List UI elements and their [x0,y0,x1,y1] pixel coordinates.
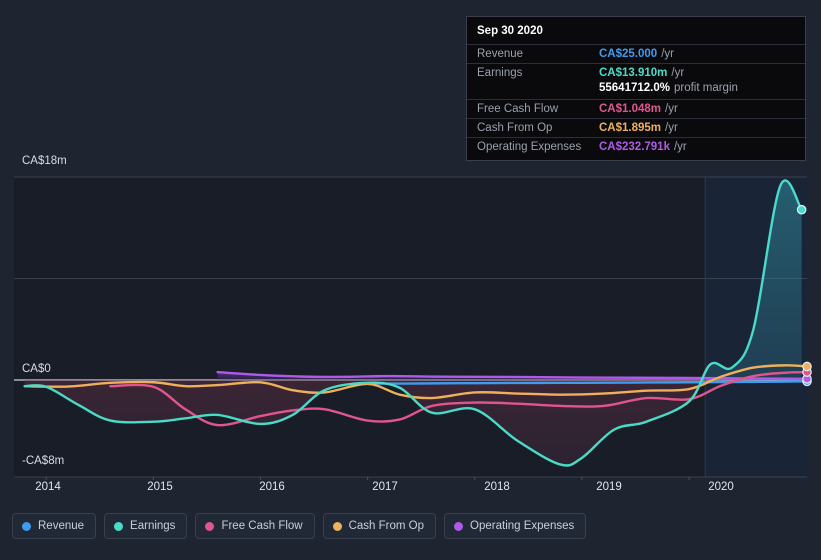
tooltip-unit-earnings: /yr [671,67,685,79]
tooltip-unit-free-cash-flow: /yr [665,103,678,115]
y-axis-label-top: CA$18m [22,155,67,167]
legend-dot-icon-cash-from-op [332,521,342,531]
tooltip-unit-operating-expenses: /yr [673,141,687,153]
tooltip-label-cash-from-op: Cash From Op [477,122,553,134]
legend-item-free-cash-flow[interactable]: Free Cash Flow [195,513,315,539]
x-axis-label-2017: 2017 [372,481,398,493]
tooltip-value-cash-from-op: CA$1.895m [599,122,662,134]
tooltip-label-free-cash-flow: Free Cash Flow [477,103,559,115]
tooltip-value-profit-margin: 55641712.0% [599,82,670,94]
legend-dot-icon-operating-expenses [454,521,464,531]
legend-item-cash-from-op[interactable]: Cash From Op [322,513,437,539]
chart-legend: Revenue Earnings Free Cash Flow Cash Fro… [12,513,587,539]
chart-plot-area [0,165,821,480]
tooltip-label-earnings: Earnings [477,67,523,79]
legend-label-earnings: Earnings [130,520,176,532]
y-axis-label-zero: CA$0 [22,363,51,375]
x-axis-label-2019: 2019 [596,481,622,493]
tooltip-row-operating-expenses: Operating Expenses CA$232.791k /yr [467,137,805,156]
legend-label-operating-expenses: Operating Expenses [470,520,575,532]
tooltip-row-earnings: Earnings CA$13.910m /yr [467,63,805,82]
tooltip-label-profit-margin: profit margin [673,82,738,94]
chart-canvas [14,176,812,480]
stock-financials-chart: { "tooltip": { "date": "Sep 30 2020", "r… [0,0,821,560]
legend-dot-icon-earnings [114,521,124,531]
series-endpoint-cash-from-op [802,361,812,372]
tooltip-row-free-cash-flow: Free Cash Flow CA$1.048m /yr [467,99,805,118]
chart-tooltip: Sep 30 2020 Revenue CA$25.000 /yr Earnin… [466,16,806,161]
tooltip-date: Sep 30 2020 [477,25,543,37]
tooltip-value-free-cash-flow: CA$1.048m [599,103,662,115]
legend-label-cash-from-op: Cash From Op [348,520,425,532]
tooltip-value-earnings: CA$13.910m [599,67,668,79]
legend-item-operating-expenses[interactable]: Operating Expenses [444,513,587,539]
legend-label-free-cash-flow: Free Cash Flow [221,520,303,532]
tooltip-value-operating-expenses: CA$232.791k [599,141,670,153]
tooltip-value-revenue: CA$25.000 [599,48,658,60]
tooltip-label-operating-expenses: Operating Expenses [477,141,582,153]
legend-dot-icon-free-cash-flow [205,521,215,531]
legend-item-earnings[interactable]: Earnings [104,513,188,539]
x-axis-label-2020: 2020 [708,481,734,493]
tooltip-row-revenue: Revenue CA$25.000 /yr [467,44,805,63]
x-axis-label-2018: 2018 [484,481,510,493]
legend-item-revenue[interactable]: Revenue [12,513,97,539]
x-axis-label-2015: 2015 [147,481,173,493]
tooltip-unit-revenue: /yr [661,48,674,60]
x-axis-label-2014: 2014 [35,481,61,493]
x-axis-label-2016: 2016 [259,481,285,493]
y-axis-label-bottom: -CA$8m [22,455,65,467]
tooltip-row-cash-from-op: Cash From Op CA$1.895m /yr [467,118,805,137]
series-endpoint-earnings [796,204,807,215]
legend-dot-icon-revenue [22,521,31,531]
tooltip-label-revenue: Revenue [477,48,524,60]
tooltip-row-profit-margin: 55641712.0% profit margin [467,82,805,99]
legend-label-revenue: Revenue [38,520,85,532]
tooltip-unit-cash-from-op: /yr [665,122,678,134]
